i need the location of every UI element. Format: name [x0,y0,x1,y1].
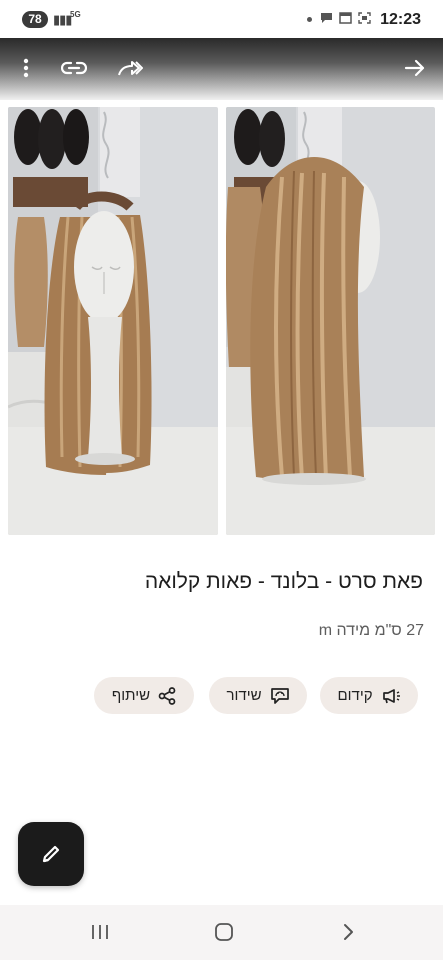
more-vert-icon[interactable] [10,52,42,84]
calendar-notification-icon [339,12,352,24]
listing-details: 27 ס"מ מידה m [318,622,424,639]
signal-icon: ▮▮▮ [53,12,72,27]
clock: 12:23 [380,11,421,28]
chat-notification-icon [321,13,332,23]
status-bar: 78 ▮▮▮ 5G 12:23 [0,0,443,38]
share-icon [158,686,176,705]
promote-label: קידום [337,687,373,704]
listing-title: פאת סרט - בלונד - פאות קלואה [144,570,423,593]
top-app-bar [0,38,443,100]
edit-fab-button[interactable] [18,822,84,886]
home-icon[interactable] [212,921,236,943]
wig-side-view-image[interactable] [226,107,435,535]
broadcast-button[interactable]: שידור [209,677,307,714]
broadcast-label: שידור [226,687,262,704]
megaphone-icon [382,688,400,703]
promote-button[interactable]: קידום [320,677,418,714]
pencil-icon [42,845,60,863]
back-arrow-icon[interactable] [399,52,431,84]
share-button[interactable]: שיתוף [94,677,194,714]
network-type: 5G [70,10,81,19]
recents-icon[interactable] [88,921,112,943]
battery-indicator: 78 [22,11,48,28]
back-icon[interactable] [336,921,360,943]
notification-dot-icon [307,17,312,22]
link-icon[interactable] [58,52,90,84]
share-label: שיתוף [111,687,151,704]
screenshot-notification-icon [358,12,371,24]
broadcast-icon [270,687,289,704]
wig-front-view-image[interactable] [8,107,218,535]
system-navigation-bar [0,905,443,960]
share-arrow-icon[interactable] [114,52,146,84]
